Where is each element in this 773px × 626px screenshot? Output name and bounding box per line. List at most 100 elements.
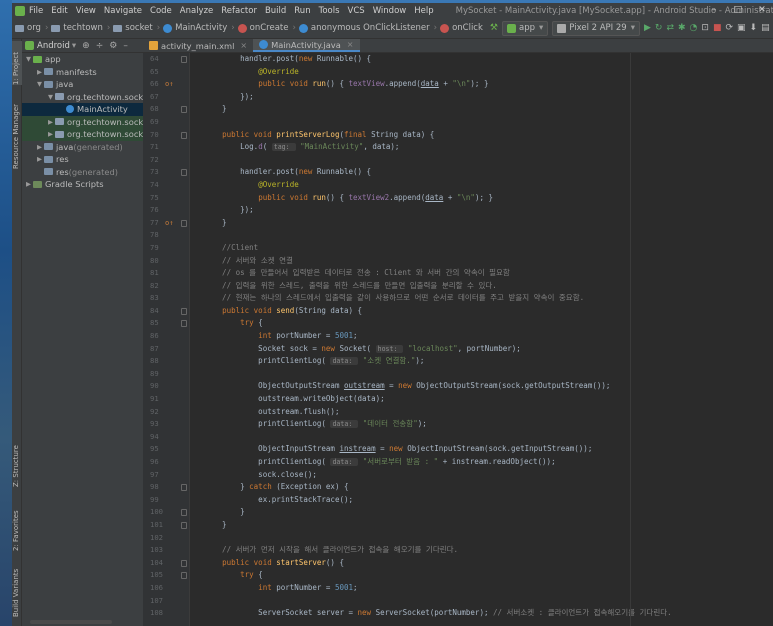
fold-icon[interactable] [181,131,187,139]
menu-item-refactor[interactable]: Refactor [221,6,257,16]
code-token: int [258,331,277,341]
chevron-right-icon[interactable]: ▶ [24,180,33,188]
tree-item[interactable]: MainActivity [22,103,143,116]
device-select[interactable]: Pixel 2 API 29 ▾ [552,20,640,36]
debug-icon[interactable]: ✱ [678,22,686,35]
breadcrumb-item[interactable]: anonymous OnClickListener › [298,23,437,33]
menu-item-file[interactable]: File [29,6,43,16]
apply-code-icon[interactable]: ⇄ [666,22,674,35]
tree-scrollbar[interactable] [30,620,112,624]
breadcrumb-item[interactable]: onClick [440,23,483,33]
fold-icon[interactable] [181,219,187,227]
fold-icon[interactable] [181,559,187,567]
code-token: () { [325,557,344,567]
tree-item[interactable]: ▼ java [22,78,143,91]
close-icon[interactable]: ✕ [750,3,773,18]
tree-item[interactable]: ▶org.techtown.socket (t [22,128,143,141]
chevron-down-icon[interactable]: ▼ [35,80,44,88]
fold-icon[interactable] [181,572,187,580]
tree-item[interactable]: ▼ org.techtown.socket [22,91,143,104]
editor-tabs: activity_main.xml × MainActivity.java × [143,39,773,53]
code-token: 5001 [334,331,354,341]
avd-manager-icon[interactable]: ▣ [737,22,746,35]
fold-icon[interactable] [181,509,187,517]
tree-item[interactable]: ▶org.techtown.socket ( [22,115,143,128]
menu-item-window[interactable]: Window [373,6,407,16]
maximize-icon[interactable]: □ [726,3,750,18]
globe-icon[interactable]: ⊕ [82,41,90,51]
breadcrumb-item[interactable]: onCreate › [237,23,296,33]
code-token: ); [417,419,427,429]
tree-item[interactable]: ▶ res [22,153,143,166]
fold-icon[interactable] [181,106,187,114]
stop-icon[interactable]: ■ [713,22,722,35]
chevron-right-icon[interactable]: ▶ [46,130,55,138]
chevron-right-icon[interactable]: ▶ [35,68,44,76]
layout-inspector-icon[interactable]: ▤ [761,22,770,35]
menu-item-code[interactable]: Code [150,6,172,16]
chevron-right-icon[interactable]: ▶ [35,143,44,151]
chevron-down-icon[interactable]: ▼ [46,93,55,101]
fold-icon[interactable] [181,521,187,529]
breadcrumb-item[interactable]: techtown › [51,23,110,33]
collapse-all-icon[interactable]: ÷ [96,41,104,51]
chevron-right-icon: › [44,23,49,33]
tab-build-variants[interactable]: Build Variants [12,561,22,617]
close-icon[interactable]: × [240,41,247,50]
tab-activity_main-xml[interactable]: activity_main.xml × [143,39,253,52]
hide-icon[interactable]: – [123,41,128,51]
menu-item-analyze[interactable]: Analyze [180,6,214,16]
hammer-icon[interactable]: ⚒ [490,22,498,35]
tab-project[interactable]: 1: Project [12,41,22,85]
run-config-select[interactable]: app ▾ [501,20,549,36]
tab-mainactivity-java[interactable]: MainActivity.java × [253,39,360,52]
menu-item-vcs[interactable]: VCS [348,6,365,16]
fold-icon[interactable] [181,484,187,492]
tree-item[interactable]: ▶ java (generated) [22,141,143,154]
attach-debugger-icon[interactable]: ⊡ [701,22,709,35]
chevron-right-icon[interactable]: ▶ [46,118,55,126]
sdk-manager-icon[interactable]: ⬇ [750,22,758,35]
breadcrumb-item[interactable]: org › [15,23,48,33]
breadcrumb-item[interactable]: MainActivity › [163,23,235,33]
fold-icon[interactable] [181,307,187,315]
code-editor[interactable]: handler.post(new Runnable() { @Override … [191,53,773,626]
breadcrumb-item[interactable]: socket › [113,23,160,33]
gear-icon[interactable]: ⚙ [109,41,117,51]
tree-item[interactable]: ▶ manifests [22,66,143,79]
menu-item-run[interactable]: Run [294,6,310,16]
editor-scrollbar[interactable] [765,53,773,626]
override-marker-icon[interactable]: o↑ [165,78,173,91]
menu-item-navigate[interactable]: Navigate [104,6,142,16]
code-token: public void [258,79,313,89]
menu-item-view[interactable]: View [76,6,96,16]
menu-item-tools[interactable]: Tools [319,6,340,16]
fold-icon[interactable] [181,56,187,63]
menu-item-build[interactable]: Build [265,6,286,16]
chevron-down-icon[interactable]: ▼ [24,55,33,63]
tab-structure[interactable]: Z: Structure [12,439,22,487]
tab-favorites[interactable]: 2: Favorites [12,501,22,551]
chevron-right-icon[interactable]: ▶ [35,155,44,163]
code-token: catch [249,482,277,492]
project-view-select[interactable]: Android ▾ [25,41,76,51]
fold-icon[interactable] [181,169,187,177]
folder-icon [55,93,64,101]
tab-resource-manager[interactable]: Resource Manager [12,89,22,169]
close-icon[interactable]: × [347,40,354,49]
tree-item[interactable]: ▼ app [22,53,143,66]
tree-item[interactable]: res (generated) [22,166,143,179]
menu-item-help[interactable]: Help [414,6,433,16]
minimize-icon[interactable]: – [702,3,726,18]
override-marker-icon[interactable]: o↑ [165,217,173,230]
code-line: public void printServerLog(final String … [191,129,773,142]
tree-item[interactable]: ▶ Gradle Scripts [22,178,143,191]
menu-item-edit[interactable]: Edit [51,6,67,16]
profile-icon[interactable]: ◔ [690,22,698,35]
sync-icon[interactable]: ⟳ [725,22,733,35]
run-icon[interactable]: ▶ [644,22,651,35]
code-line: printClientLog( data: "소켓 연결함."); [191,355,773,368]
apply-changes-icon[interactable]: ↻ [655,22,663,35]
fold-icon[interactable] [181,320,187,328]
